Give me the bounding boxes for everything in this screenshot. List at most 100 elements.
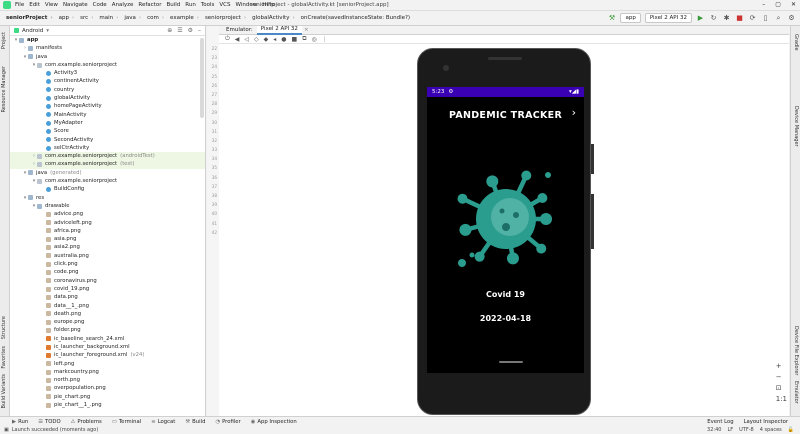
- more-icon[interactable]: ⋮: [322, 36, 328, 43]
- run-icon[interactable]: ▶: [696, 14, 705, 23]
- tab-project[interactable]: Project: [1, 32, 7, 49]
- tree-item[interactable]: adviceleft.png: [10, 219, 205, 227]
- tree-item[interactable]: coronavirus.png: [10, 277, 205, 285]
- tree-item[interactable]: left.png: [10, 360, 205, 368]
- tree-item[interactable]: › com.example.seniorproject (androidTest): [10, 152, 205, 161]
- tree-item[interactable]: asia.png: [10, 235, 205, 243]
- tab-pixel-2[interactable]: Pixel 2 API 32: [256, 25, 302, 35]
- snapshot-icon[interactable]: ⧉: [302, 35, 306, 43]
- breadcrumb-item[interactable]: seniorproject ›: [202, 14, 249, 22]
- hide-icon[interactable]: –: [198, 27, 201, 34]
- tab-terminal[interactable]: ▭ Terminal: [112, 419, 141, 425]
- tree-item[interactable]: continentActivity: [10, 77, 205, 85]
- tree-item[interactable]: country: [10, 86, 205, 94]
- tree-item[interactable]: › manifests: [10, 44, 205, 52]
- tree-item[interactable]: Activity3: [10, 69, 205, 77]
- tab-problems[interactable]: ⚠ Problems: [71, 419, 102, 425]
- cursor-position[interactable]: 32:40: [707, 427, 721, 433]
- rotate-right-icon[interactable]: ◆: [264, 36, 269, 43]
- tab-todo[interactable]: ☰ TODO: [38, 419, 60, 425]
- tree-item[interactable]: ▾ java (generated): [10, 169, 205, 177]
- tree-item[interactable]: BuildConfig: [10, 185, 205, 193]
- tree-item[interactable]: › com.example.seniorproject (test): [10, 160, 205, 169]
- tab-structure[interactable]: Structure: [1, 316, 7, 339]
- menu-analyze[interactable]: Analyze: [112, 2, 134, 8]
- tree-item[interactable]: ▾ com.example.seniorproject: [10, 61, 205, 69]
- tree-item[interactable]: australia.png: [10, 252, 205, 260]
- menu-vcs[interactable]: VCS: [219, 2, 230, 8]
- tree-item[interactable]: advice.png: [10, 210, 205, 218]
- tree-item[interactable]: ▾ com.example.seniorproject: [10, 177, 205, 185]
- volume-down-icon[interactable]: ◁: [244, 36, 249, 43]
- tree-item[interactable]: death.png: [10, 310, 205, 318]
- tree-item[interactable]: homePageActivity: [10, 102, 205, 110]
- tab-favorites[interactable]: Favorites: [1, 346, 7, 369]
- stop-icon[interactable]: ■: [735, 14, 744, 23]
- menu-tools[interactable]: Tools: [201, 2, 215, 8]
- home-icon[interactable]: ●: [281, 36, 286, 43]
- tree-item[interactable]: africa.png: [10, 227, 205, 235]
- tree-item[interactable]: globalActivity: [10, 94, 205, 102]
- volume-button[interactable]: [591, 194, 594, 249]
- locate-icon[interactable]: ⊕: [167, 27, 172, 34]
- tab-layout-inspector[interactable]: Layout Inspector: [744, 419, 788, 425]
- settings-icon[interactable]: ⚙: [787, 14, 796, 23]
- tree-item[interactable]: data__1_.png: [10, 302, 205, 310]
- tree-item[interactable]: click.png: [10, 260, 205, 268]
- next-arrow-button[interactable]: ›: [572, 106, 576, 119]
- tree-item[interactable]: pie_chart.png: [10, 393, 205, 401]
- zoom-out-icon[interactable]: −: [776, 373, 787, 381]
- tree-item[interactable]: MainActivity: [10, 111, 205, 119]
- tab-device-manager[interactable]: Device Manager: [793, 106, 799, 147]
- breadcrumb-item[interactable]: java ›: [121, 14, 144, 22]
- sync-icon[interactable]: ⟳: [748, 14, 757, 23]
- line-ending[interactable]: LF: [727, 427, 733, 433]
- close-icon[interactable]: ✕: [791, 1, 796, 8]
- tree-item[interactable]: ic_launcher_background.xml: [10, 343, 205, 351]
- project-view-select[interactable]: Android: [22, 28, 43, 34]
- tree-item[interactable]: ic_launcher_foreground.xml (v24): [10, 351, 205, 359]
- close-tab-icon[interactable]: ×: [304, 27, 309, 33]
- back-icon[interactable]: ◂: [273, 36, 276, 43]
- tree-item[interactable]: ▾ res: [10, 194, 205, 202]
- breadcrumb-item[interactable]: onCreate(savedInstanceState: Bundle?): [298, 14, 413, 22]
- tab-profiler[interactable]: ◔ Profiler: [215, 419, 240, 425]
- breadcrumb-item[interactable]: seniorProject ›: [3, 14, 56, 22]
- device-select[interactable]: Pixel 2 API 32: [644, 13, 692, 23]
- volume-up-icon[interactable]: ◀: [235, 36, 240, 43]
- tree-item[interactable]: north.png: [10, 376, 205, 384]
- lock-icon[interactable]: 🔓: [788, 427, 794, 433]
- tree-item[interactable]: asia2.png: [10, 243, 205, 251]
- tree-item[interactable]: ic_baseline_search_24.xml: [10, 335, 205, 343]
- screenshot-icon[interactable]: ◎: [311, 36, 316, 43]
- breadcrumb-item[interactable]: globalActivity ›: [249, 14, 298, 22]
- tree-item[interactable]: ▾ drawable: [10, 202, 205, 210]
- tab-resource-manager[interactable]: Resource Manager: [1, 66, 7, 112]
- tab-app-inspection[interactable]: ◉ App Inspection: [251, 419, 297, 425]
- phone-screen[interactable]: 5:23 ⚙ ▾◢▮ PANDEMIC TRACKER › Covid 19 2…: [427, 87, 584, 373]
- tab-run[interactable]: ▶ Run: [12, 419, 28, 425]
- tree-item[interactable]: ▾ app: [10, 36, 205, 44]
- rotate-left-icon[interactable]: ◇: [254, 36, 259, 43]
- tab-gradle[interactable]: Gradle: [793, 34, 799, 51]
- tree-item[interactable]: code.png: [10, 268, 205, 276]
- breadcrumb-item[interactable]: com ›: [144, 14, 167, 22]
- debug-icon[interactable]: ✱: [722, 14, 731, 23]
- maximize-icon[interactable]: ▢: [775, 1, 781, 8]
- overview-icon[interactable]: ■: [292, 36, 298, 43]
- collapse-icon[interactable]: ☰: [177, 27, 182, 34]
- zoom-in-icon[interactable]: +: [776, 362, 787, 370]
- minimize-icon[interactable]: –: [762, 1, 765, 8]
- fit-icon[interactable]: ⊡: [776, 384, 787, 392]
- tab-build-variants[interactable]: Build Variants: [1, 374, 7, 408]
- breadcrumb-item[interactable]: main ›: [96, 14, 121, 22]
- tree-item[interactable]: europe.png: [10, 318, 205, 326]
- chevron-down-icon[interactable]: ▾: [46, 28, 49, 34]
- tree-item[interactable]: data.png: [10, 293, 205, 301]
- hammer-icon[interactable]: ⚒: [607, 14, 616, 23]
- tab-event-log[interactable]: Event Log: [707, 419, 733, 425]
- menu-navigate[interactable]: Navigate: [63, 2, 88, 8]
- actual-size-icon[interactable]: 1:1: [776, 395, 787, 403]
- tab-build[interactable]: ⚒ Build: [185, 419, 205, 425]
- menu-view[interactable]: View: [45, 2, 58, 8]
